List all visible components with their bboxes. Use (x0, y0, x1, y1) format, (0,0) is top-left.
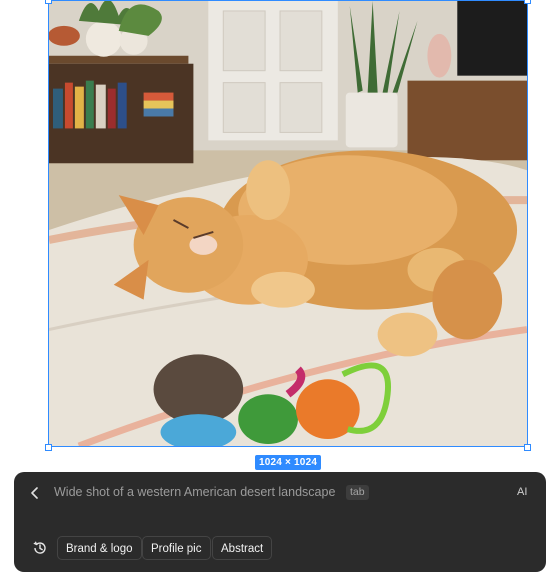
back-button[interactable] (26, 484, 44, 502)
prompt-input[interactable]: Wide shot of a western American desert l… (54, 485, 335, 499)
image-size-badge: 1024 × 1024 (255, 455, 322, 470)
chevron-left-icon (31, 487, 38, 499)
resize-handle-top-left[interactable] (45, 0, 52, 4)
suggestion-chip-brand-logo[interactable]: Brand & logo (57, 536, 142, 560)
resize-handle-top-right[interactable] (524, 0, 531, 4)
history-button[interactable] (30, 538, 50, 558)
suggestion-chip-abstract[interactable]: Abstract (212, 536, 273, 560)
history-icon (33, 541, 46, 554)
tab-hint-badge: tab (346, 485, 369, 500)
ai-prompt-panel: Wide shot of a western American desert l… (14, 472, 546, 572)
ai-label[interactable]: AI (517, 486, 527, 498)
suggestion-chip-profile-pic[interactable]: Profile pic (142, 536, 211, 560)
canvas-image[interactable] (48, 0, 528, 447)
resize-handle-bottom-left[interactable] (45, 444, 52, 451)
cat-photo (49, 1, 527, 446)
resize-handle-bottom-right[interactable] (524, 444, 531, 451)
